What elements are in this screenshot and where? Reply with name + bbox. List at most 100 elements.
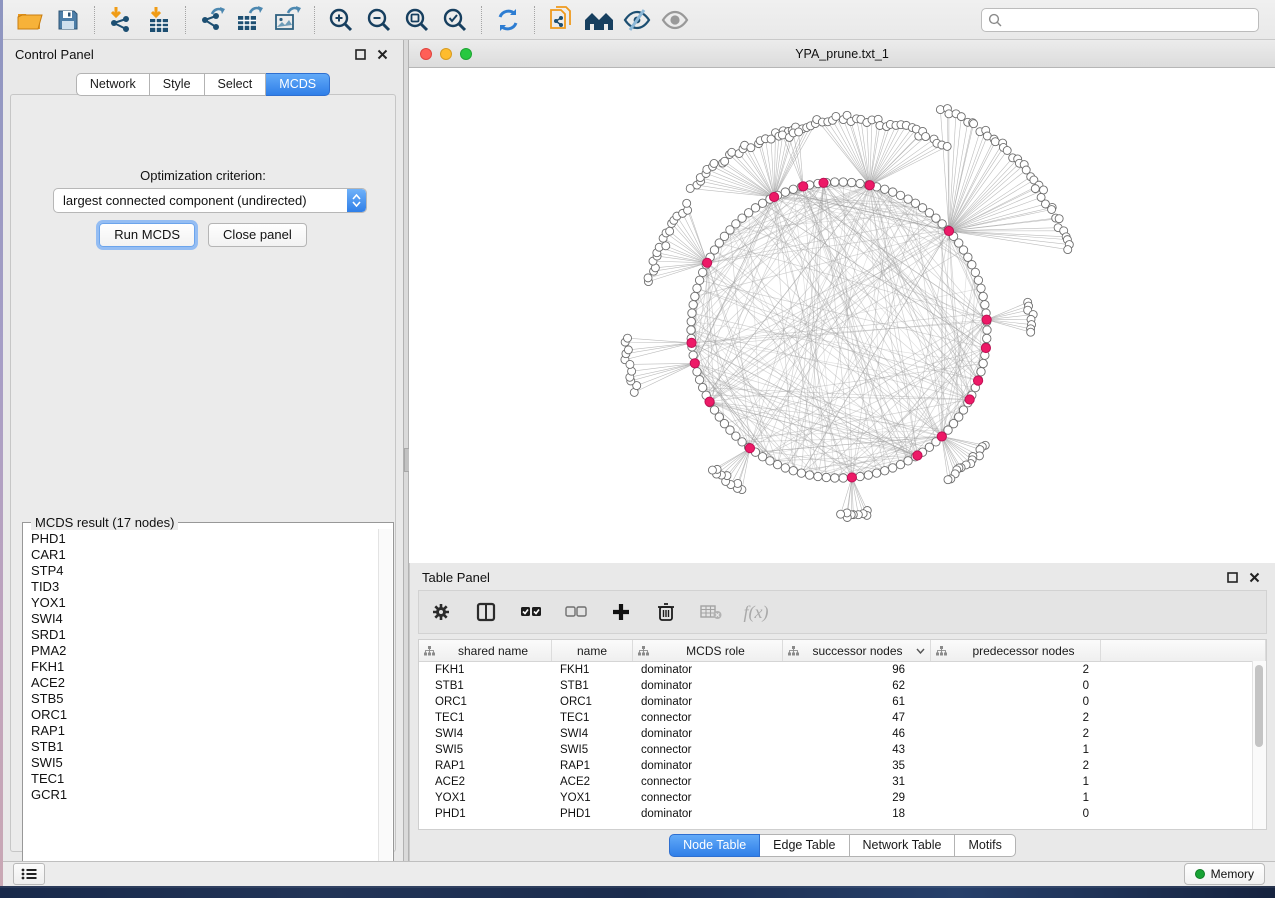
mcds-result-item[interactable]: PMA2 [31,643,378,659]
close-panel-action-button[interactable]: Close panel [208,223,307,247]
table-cell: STB1 [419,680,552,692]
deselect-all-button[interactable] [564,600,588,624]
table-scrollbar[interactable] [1252,661,1266,829]
mcds-result-item[interactable]: RAP1 [31,723,378,739]
delete-column-button[interactable] [654,600,678,624]
delete-table-button[interactable] [699,600,723,624]
table-cell: TEC1 [419,712,552,724]
add-column-button[interactable] [609,600,633,624]
table-cell: 35 [783,760,931,772]
mcds-list-scrollbar[interactable] [378,529,392,890]
export-table-button[interactable] [231,4,269,36]
float-table-panel-button[interactable] [1223,568,1241,586]
clone-network-button[interactable] [542,4,580,36]
mcds-result-item[interactable]: YOX1 [31,595,378,611]
tab-motifs[interactable]: Motifs [955,834,1015,857]
mcds-result-item[interactable]: TID3 [31,579,378,595]
clone-network-icon [548,6,574,34]
tab-mcds[interactable]: MCDS [266,73,330,96]
close-panel-button[interactable] [373,45,391,63]
mcds-result-item[interactable]: SRD1 [31,627,378,643]
mcds-result-item[interactable]: FKH1 [31,659,378,675]
mcds-result-item[interactable]: GCR1 [31,787,378,803]
table-row[interactable]: YOX1YOX1connector291 [419,790,1266,806]
network-window-title: YPA_prune.txt_1 [409,47,1275,61]
home-button[interactable] [580,4,618,36]
mcds-result-item[interactable]: SWI5 [31,755,378,771]
zoom-out-button[interactable] [360,4,398,36]
save-session-button[interactable] [49,4,87,36]
zoom-in-button[interactable] [322,4,360,36]
network-window-titlebar[interactable]: YPA_prune.txt_1 [409,40,1275,68]
gear-icon [431,602,451,622]
mcds-result-item[interactable]: STB5 [31,691,378,707]
zoom-fit-button[interactable] [398,4,436,36]
table-cell: dominator [633,808,783,820]
mcds-result-list[interactable]: PHD1CAR1STP4TID3YOX1SWI4SRD1PMA2FKH1ACE2… [24,529,378,890]
tab-network[interactable]: Network [76,73,150,96]
table-row[interactable]: ORC1ORC1dominator610 [419,694,1266,710]
refresh-layout-button[interactable] [489,4,527,36]
mcds-result-item[interactable]: ORC1 [31,707,378,723]
table-row[interactable]: FKH1FKH1dominator962 [419,662,1266,678]
list-icon [21,868,37,880]
table-row[interactable]: PHD1PHD1dominator180 [419,806,1266,822]
export-image-icon [274,6,302,34]
network-graph[interactable] [409,68,1275,564]
export-network-button[interactable] [193,4,231,36]
import-network-button[interactable] [102,4,140,36]
mcds-result-item[interactable]: ACE2 [31,675,378,691]
column-header-shared-name[interactable]: shared name [419,640,552,661]
table-cell: ORC1 [552,696,633,708]
export-image-button[interactable] [269,4,307,36]
close-table-panel-button[interactable] [1245,568,1263,586]
table-cell: YOX1 [552,792,633,804]
table-row[interactable]: ACE2ACE2connector311 [419,774,1266,790]
tab-node-table[interactable]: Node Table [669,834,760,857]
mcds-result-item[interactable]: SWI4 [31,611,378,627]
float-panel-button[interactable] [351,45,369,63]
mcds-result-item[interactable]: STP4 [31,563,378,579]
table-settings-button[interactable] [429,600,453,624]
run-mcds-button[interactable]: Run MCDS [99,223,195,247]
tab-edge-table[interactable]: Edge Table [760,834,849,857]
column-header-MCDS-role[interactable]: MCDS role [633,640,783,661]
import-table-button[interactable] [140,4,178,36]
show-columns-button[interactable] [474,600,498,624]
toolbar-separator [185,6,186,34]
table-scrollbar-thumb[interactable] [1255,665,1263,747]
control-panel-header: Control Panel [3,40,403,68]
tab-network-table[interactable]: Network Table [850,834,956,857]
select-all-button[interactable] [519,600,543,624]
memory-status-icon [1195,869,1205,879]
zoom-selected-button[interactable] [436,4,474,36]
table-row[interactable]: SWI5SWI5connector431 [419,742,1266,758]
table-row[interactable]: TEC1TEC1connector472 [419,710,1266,726]
column-header-successor-nodes[interactable]: successor nodes [783,640,931,661]
criterion-dropdown[interactable]: largest connected component (undirected) [53,188,367,213]
criterion-value: largest connected component (undirected) [54,193,347,208]
table-row[interactable]: SWI4SWI4dominator462 [419,726,1266,742]
table-row[interactable]: RAP1RAP1dominator352 [419,758,1266,774]
mcds-result-item[interactable]: TEC1 [31,771,378,787]
column-header-predecessor-nodes[interactable]: predecessor nodes [931,640,1101,661]
task-history-button[interactable] [13,863,45,885]
table-cell: dominator [633,664,783,676]
tab-style[interactable]: Style [150,73,205,96]
show-eye-button[interactable] [656,4,694,36]
dropdown-stepper-icon [347,189,366,212]
tab-select[interactable]: Select [205,73,267,96]
function-builder-button[interactable]: f(x) [744,600,768,624]
network-canvas[interactable] [409,68,1275,564]
open-file-button[interactable] [11,4,49,36]
mcds-result-item[interactable]: STB1 [31,739,378,755]
table-cell: 18 [783,808,931,820]
mcds-result-title: MCDS result (17 nodes) [31,515,178,530]
search-input[interactable] [981,8,1259,32]
mcds-result-item[interactable]: CAR1 [31,547,378,563]
memory-button[interactable]: Memory [1184,863,1265,885]
column-header-name[interactable]: name [552,640,633,661]
hide-selected-button[interactable] [618,4,656,36]
mcds-result-item[interactable]: PHD1 [31,531,378,547]
table-row[interactable]: STB1STB1dominator620 [419,678,1266,694]
